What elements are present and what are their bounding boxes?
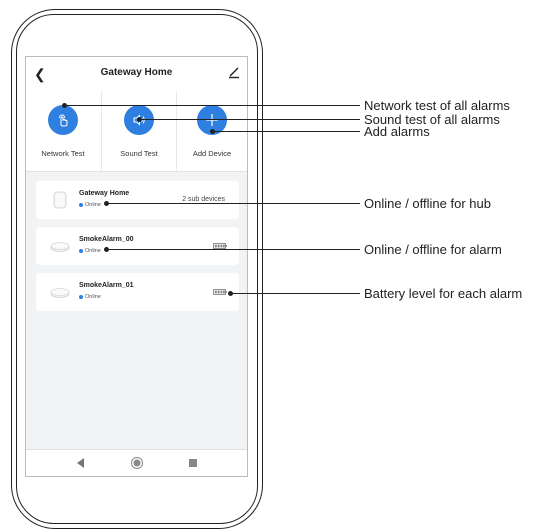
device-name: SmokeAlarm_00 bbox=[79, 236, 134, 243]
status-dot bbox=[79, 203, 83, 207]
callout-line-hub-status bbox=[106, 203, 360, 204]
callout-hub-status: Online / offline for hub bbox=[364, 196, 491, 211]
battery-icon bbox=[213, 289, 227, 295]
callout-add-device: Add alarms bbox=[364, 124, 430, 139]
nav-recent-icon[interactable] bbox=[186, 456, 200, 470]
callout-line-network-test bbox=[64, 105, 360, 106]
page-title: Gateway Home bbox=[100, 67, 173, 78]
smoke-alarm-icon bbox=[50, 242, 70, 252]
sound-test-button[interactable]: Sound Test bbox=[101, 91, 177, 171]
sound-test-label: Sound Test bbox=[120, 149, 158, 158]
smoke-alarm-icon bbox=[50, 288, 70, 298]
device-card-smokealarm-01[interactable]: SmokeAlarm_01 Online bbox=[36, 273, 239, 311]
callout-network-test: Network test of all alarms bbox=[364, 98, 510, 113]
device-card-gateway[interactable]: Gateway Home Online 2 sub devices bbox=[36, 181, 239, 219]
edit-icon[interactable] bbox=[227, 65, 241, 79]
device-name: Gateway Home bbox=[79, 190, 130, 197]
callout-line-battery-level bbox=[230, 293, 360, 294]
status-online: Online bbox=[79, 248, 101, 254]
nav-home-icon[interactable] bbox=[130, 456, 144, 470]
status-dot bbox=[79, 249, 83, 253]
status-online: Online bbox=[79, 202, 101, 208]
callout-line-sound-test bbox=[139, 119, 360, 120]
status-label: Online bbox=[85, 294, 101, 300]
callout-line-alarm-status bbox=[106, 249, 360, 250]
status-dot bbox=[79, 295, 83, 299]
device-name: SmokeAlarm_01 bbox=[79, 282, 134, 289]
status-label: Online bbox=[85, 202, 101, 208]
callout-line-add-device bbox=[212, 131, 360, 132]
nav-back-icon[interactable] bbox=[74, 456, 88, 470]
callout-battery-level: Battery level for each alarm bbox=[364, 286, 523, 301]
device-card-smokealarm-00[interactable]: SmokeAlarm_00 Online bbox=[36, 227, 239, 265]
status-online: Online bbox=[79, 294, 101, 300]
app-header: ❮ Gateway Home bbox=[26, 57, 247, 91]
callout-alarm-status: Online / offline for alarm bbox=[364, 242, 502, 257]
hub-icon bbox=[53, 191, 67, 209]
add-device-label: Add Device bbox=[192, 149, 232, 158]
status-label: Online bbox=[85, 248, 101, 254]
hand-tap-icon bbox=[48, 105, 78, 135]
android-nav-bar bbox=[26, 449, 247, 476]
sub-device-count: 2 sub devices bbox=[182, 196, 225, 203]
network-test-label: Network Test bbox=[41, 149, 85, 158]
